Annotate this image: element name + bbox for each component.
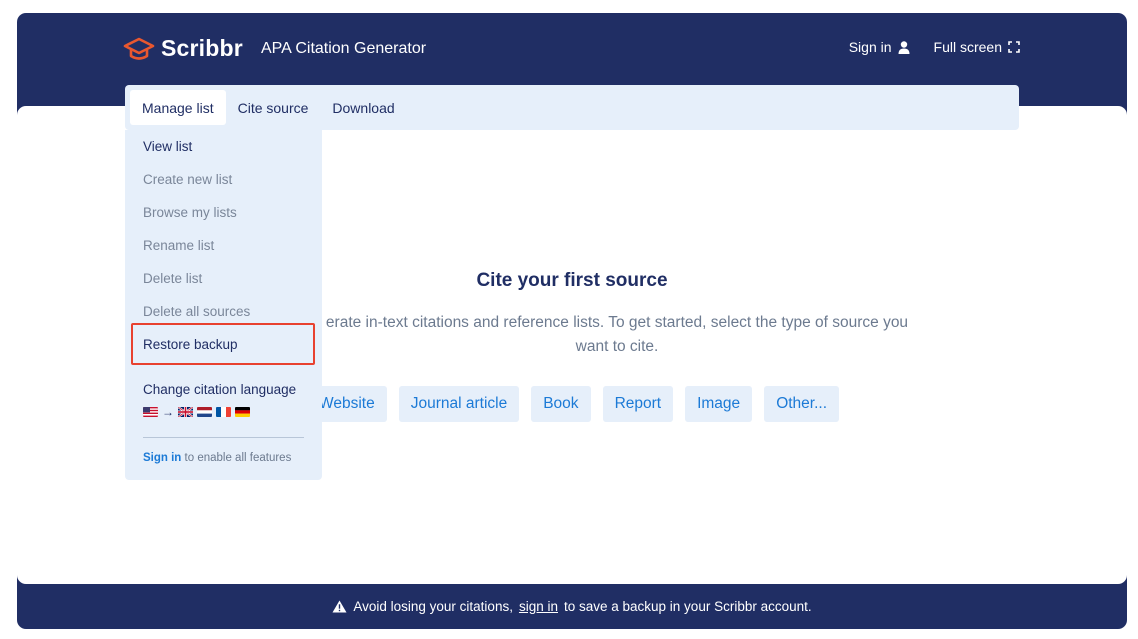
- de-flag-icon[interactable]: [235, 407, 250, 417]
- menu-item-browse-my-lists[interactable]: Browse my lists: [143, 205, 237, 220]
- menu-item-delete-all-sources[interactable]: Delete all sources: [143, 304, 250, 319]
- manage-list-menu: View list Create new list Browse my list…: [125, 130, 322, 480]
- tab-download[interactable]: Download: [320, 90, 406, 125]
- warning-icon: [332, 600, 347, 612]
- source-report-button[interactable]: Report: [602, 386, 674, 422]
- tab-manage-list[interactable]: Manage list: [130, 90, 226, 125]
- graduation-cap-logo-icon: [123, 37, 155, 60]
- menu-item-create-new-list[interactable]: Create new list: [143, 172, 232, 187]
- brand: Scribbr APA Citation Generator: [123, 35, 426, 62]
- top-links: Sign in Full screen: [849, 39, 1020, 55]
- menu-item-restore-backup[interactable]: Restore backup: [143, 337, 238, 352]
- fr-flag-icon[interactable]: [216, 407, 231, 417]
- source-journal-article-button[interactable]: Journal article: [398, 386, 520, 422]
- menu-item-view-list[interactable]: View list: [143, 139, 192, 154]
- toolbar: Manage list Cite source Download: [125, 85, 1019, 130]
- menu-sign-in-hint: Sign in to enable all features: [143, 452, 291, 464]
- full-screen-label: Full screen: [933, 39, 1002, 55]
- menu-sign-in-suffix: to enable all features: [184, 452, 292, 464]
- menu-item-delete-list[interactable]: Delete list: [143, 271, 202, 286]
- page-description: erate in-text citations and reference li…: [325, 314, 909, 355]
- language-flags: →: [143, 405, 250, 419]
- user-icon: [898, 40, 910, 54]
- us-flag-icon[interactable]: [143, 407, 158, 417]
- menu-sign-in-link[interactable]: Sign in: [143, 452, 181, 464]
- arrow-right-icon: →: [162, 405, 174, 419]
- app-title: APA Citation Generator: [260, 39, 427, 57]
- footer-suffix: to save a backup in your Scribbr account…: [563, 598, 812, 614]
- menu-divider: [143, 437, 304, 438]
- logo-text[interactable]: Scribbr: [161, 35, 243, 62]
- change-citation-language-label[interactable]: Change citation language: [143, 382, 296, 397]
- source-book-button[interactable]: Book: [531, 386, 591, 422]
- sign-in-button[interactable]: Sign in: [849, 39, 910, 55]
- tab-cite-source[interactable]: Cite source: [226, 90, 321, 125]
- source-type-buttons: Website Journal article Book Report Imag…: [307, 386, 840, 422]
- source-image-button[interactable]: Image: [685, 386, 753, 422]
- uk-flag-icon[interactable]: [178, 407, 193, 417]
- source-other-button[interactable]: Other...: [764, 386, 840, 422]
- menu-item-rename-list[interactable]: Rename list: [143, 238, 214, 253]
- nl-flag-icon[interactable]: [197, 407, 212, 417]
- footer-sign-in-link[interactable]: sign in: [519, 599, 558, 614]
- full-screen-button[interactable]: Full screen: [934, 39, 1020, 55]
- app-frame: Scribbr APA Citation Generator Sign in F…: [17, 13, 1127, 629]
- sign-in-label: Sign in: [848, 39, 892, 55]
- expand-icon: [1008, 41, 1020, 53]
- footer-prefix: Avoid losing your citations,: [353, 598, 513, 614]
- footer-banner: Avoid losing your citations, sign in to …: [17, 593, 1127, 619]
